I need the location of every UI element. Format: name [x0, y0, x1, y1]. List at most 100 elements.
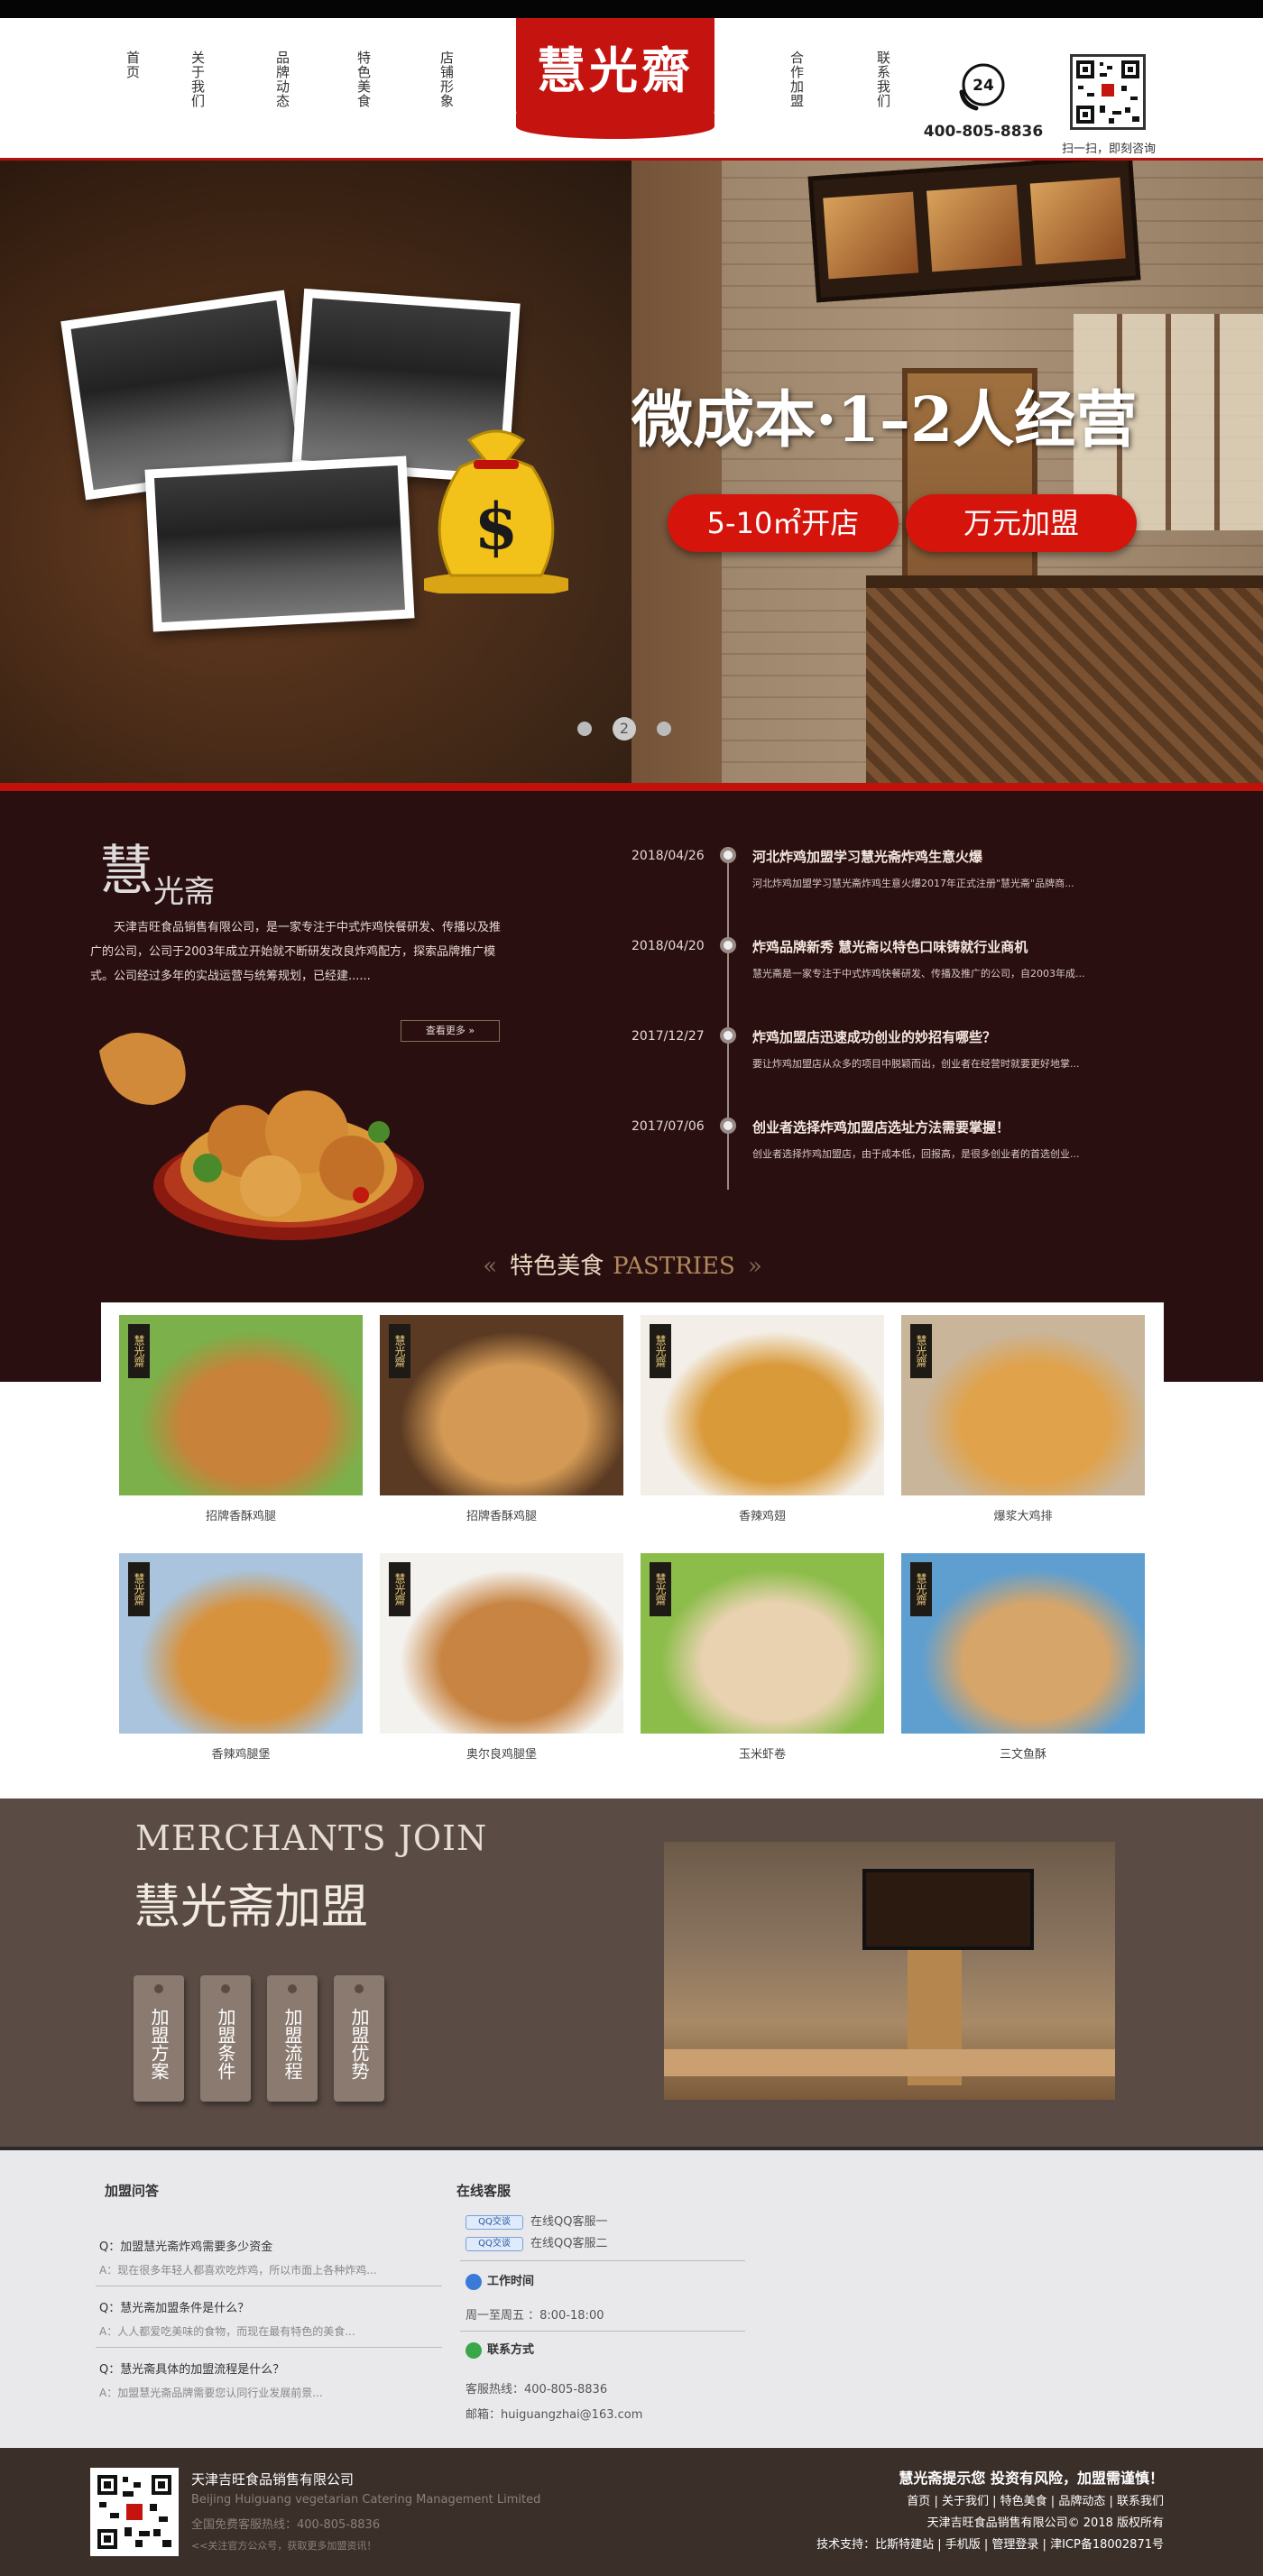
- footer-link-home[interactable]: 首页: [907, 2495, 930, 2508]
- nav-about[interactable]: 关于我们: [188, 51, 206, 108]
- product-image[interactable]: 慧光齋: [641, 1553, 884, 1734]
- merchants-join-section: MERCHANTS JOIN 慧光斋加盟 加盟方案 加盟条件 加盟流程 加盟优势: [0, 1799, 1263, 2147]
- footer-link-contact[interactable]: 联系我们: [1117, 2495, 1164, 2508]
- footer-support[interactable]: 技术支持：比斯特建站 | 手机版 | 管理登录 | 津ICP备18002871号: [816, 2535, 1164, 2552]
- carousel-dot-2[interactable]: 2: [613, 717, 636, 741]
- qq-service-2[interactable]: QQ交谈 在线QQ客服二: [466, 2233, 607, 2251]
- news-item[interactable]: 2018/04/26 河北炸鸡加盟学习慧光斋炸鸡生意火爆 河北炸鸡加盟学习慧光斋…: [632, 842, 1263, 914]
- contact-email[interactable]: 邮箱：huiguangzhai@163.com: [466, 2405, 642, 2422]
- product-card[interactable]: 慧光齋招牌香酥鸡腿: [380, 1315, 623, 1523]
- pastries-heading: «特色美食 PASTRIES»: [483, 1253, 762, 1280]
- product-name[interactable]: 爆浆大鸡排: [901, 1506, 1145, 1523]
- footer-link-about[interactable]: 关于我们: [942, 2495, 989, 2508]
- nav-store-image[interactable]: 店铺形象: [437, 51, 455, 108]
- product-card[interactable]: 慧光齋 香辣鸡腿堡: [119, 1553, 363, 1762]
- product-card[interactable]: 慧光齋 玉米虾卷: [641, 1553, 884, 1762]
- tag-franchise-conditions[interactable]: 加盟条件: [200, 1975, 251, 2102]
- brand-badge: 慧光齋: [910, 1324, 932, 1378]
- tag-franchise-advantages[interactable]: 加盟优势: [334, 1975, 384, 2102]
- work-hours: 周一至周五 ：8:00-18:00: [466, 2309, 604, 2323]
- product-name[interactable]: 招牌香酥鸡腿: [119, 1506, 363, 1523]
- faq-answer: A：加盟慧光斋品牌需要您认同行业发展前景...: [99, 2387, 323, 2399]
- faq-question[interactable]: Q：慧光斋加盟条件是什么？: [99, 2298, 442, 2315]
- qq-chat-icon: QQ交谈: [466, 2214, 523, 2230]
- work-hours-title: 工作时间: [466, 2271, 534, 2290]
- product-image[interactable]: 慧光齋: [641, 1315, 884, 1495]
- logo-text: 慧光齋: [537, 41, 694, 99]
- footer-link-news[interactable]: 品牌动态: [1058, 2495, 1105, 2508]
- service-hotline: 客服热线：400-805-8836: [466, 2383, 608, 2397]
- menu-board-image: [807, 161, 1141, 303]
- product-name[interactable]: 香辣鸡腿堡: [119, 1744, 363, 1762]
- chat-bubble-icon: [466, 2341, 482, 2359]
- news-item[interactable]: 2018/04/20 炸鸡品牌新秀 慧光斋以特色口味铸就行业商机 慧光斋是一家专…: [632, 932, 1263, 1004]
- faq-title: 加盟问答: [105, 2183, 160, 2199]
- product-card[interactable]: 慧光齋爆浆大鸡排: [901, 1315, 1145, 1523]
- online-service-title: 在线客服: [456, 2183, 512, 2199]
- banner-pill-right: 万元加盟: [906, 494, 1137, 552]
- contact-title: 联系方式: [466, 2340, 534, 2359]
- faq-question[interactable]: Q：加盟慧光斋炸鸡需要多少资金: [99, 2237, 442, 2254]
- product-image[interactable]: 慧光齋: [380, 1553, 623, 1734]
- nav-home[interactable]: 首页: [123, 51, 141, 79]
- faq-question[interactable]: Q：慧光斋具体的加盟流程是什么？: [99, 2360, 442, 2377]
- news-item[interactable]: 2017/12/27 炸鸡加盟店迅速成功创业的妙招有哪些？ 要让炸鸡加盟店从众多…: [632, 1022, 1263, 1094]
- nav-brand-news[interactable]: 品牌动态: [272, 51, 290, 108]
- merchants-title-en: MERCHANTS JOIN: [135, 1818, 488, 1858]
- double-chevron-icon: »: [468, 1025, 475, 1036]
- product-name[interactable]: 招牌香酥鸡腿: [380, 1506, 623, 1523]
- product-card[interactable]: 慧光齋招牌香酥鸡腿: [119, 1315, 363, 1523]
- product-name[interactable]: 玉米虾卷: [641, 1744, 884, 1762]
- faq-answer: A：现在很多年轻人都喜欢吃炸鸡，所以市面上各种炸鸡...: [99, 2264, 377, 2277]
- wechat-qr-icon: [90, 2468, 179, 2556]
- news-title[interactable]: 炸鸡品牌新秀 慧光斋以特色口味铸就行业商机: [752, 937, 1028, 956]
- phone-24h-icon: 24: [959, 63, 1005, 111]
- right-arrow-icon: »: [747, 1253, 762, 1280]
- nav-contact[interactable]: 联系我们: [873, 51, 891, 108]
- product-name[interactable]: 奥尔良鸡腿堡: [380, 1744, 623, 1762]
- brand-badge: 慧光齋: [910, 1562, 932, 1616]
- carousel-dot-1[interactable]: [577, 722, 592, 736]
- product-image[interactable]: 慧光齋: [119, 1553, 363, 1734]
- product-card[interactable]: 慧光齋香辣鸡翅: [641, 1315, 884, 1523]
- product-image[interactable]: 慧光齋: [380, 1315, 623, 1495]
- nav-featured-food[interactable]: 特色美食: [354, 51, 372, 108]
- qr-caption: 扫一扫，即刻咨询: [1061, 143, 1156, 156]
- qq-service-1[interactable]: QQ交谈 在线QQ客服一: [466, 2212, 607, 2230]
- nav-franchise[interactable]: 合作加盟: [787, 51, 805, 108]
- footer-links: 首页 | 关于我们 | 特色美食 | 品牌动态 | 联系我们: [907, 2495, 1164, 2508]
- phone-icon-text: 24: [973, 77, 994, 95]
- carousel-dot-3[interactable]: [657, 722, 671, 736]
- site-footer: 天津吉旺食品销售有限公司 Beijing Huiguang vegetarian…: [0, 2448, 1263, 2576]
- product-card[interactable]: 慧光齋 奥尔良鸡腿堡: [380, 1553, 623, 1762]
- tag-franchise-plan[interactable]: 加盟方案: [134, 1975, 184, 2102]
- footer-link-food[interactable]: 特色美食: [1000, 2495, 1047, 2508]
- hero-banner: $ 微成本·1–2人经营 5-10㎡开店 万元加盟 2: [0, 161, 1263, 783]
- top-strip: [0, 0, 1263, 18]
- news-title[interactable]: 河北炸鸡加盟学习慧光斋炸鸡生意火爆: [752, 847, 982, 866]
- news-item[interactable]: 2017/07/06 创业者选择炸鸡加盟店选址方法需要掌握！ 创业者选择炸鸡加盟…: [632, 1112, 1263, 1184]
- product-name[interactable]: 三文鱼酥: [901, 1744, 1145, 1762]
- product-image[interactable]: 慧光齋: [119, 1315, 363, 1495]
- investment-risk-notice: 慧光斋提示您 投资有风险，加盟需谨慎！: [899, 2470, 1164, 2487]
- footer-copyright: 天津吉旺食品销售有限公司© 2018 版权所有: [927, 2516, 1164, 2530]
- news-title[interactable]: 炸鸡加盟店迅速成功创业的妙招有哪些？: [752, 1027, 996, 1046]
- tag-franchise-process[interactable]: 加盟流程: [267, 1975, 318, 2102]
- news-title[interactable]: 创业者选择炸鸡加盟店选址方法需要掌握！: [752, 1118, 1009, 1136]
- about-section: 慧光斋 天津吉旺食品销售有限公司，是一家专注于中式炸鸡快餐研发、传播以及推广的公…: [0, 783, 1263, 1382]
- brand-badge: 慧光齋: [389, 1324, 410, 1378]
- brand-badge: 慧光齋: [650, 1324, 671, 1378]
- product-image[interactable]: 慧光齋: [901, 1315, 1145, 1495]
- banner-pill-left: 5-10㎡开店: [668, 494, 899, 552]
- brand-logo[interactable]: 慧光齋: [516, 18, 714, 139]
- fried-chicken-plate-image: [99, 1033, 424, 1240]
- brand-badge: 慧光齋: [128, 1324, 150, 1378]
- product-name[interactable]: 香辣鸡翅: [641, 1506, 884, 1523]
- banner-title: 微成本·1–2人经营: [632, 384, 1138, 456]
- merchants-title-cn: 慧光斋加盟: [134, 1881, 369, 1935]
- product-card[interactable]: 慧光齋三文鱼酥: [901, 1553, 1145, 1762]
- qq-chat-icon: QQ交谈: [466, 2236, 523, 2251]
- footer-follow-note: <<关注官方公众号，获取更多加盟资讯！: [191, 2540, 377, 2552]
- product-image[interactable]: 慧光齋: [901, 1553, 1145, 1734]
- header-phone-number: 400-805-8836: [923, 123, 1044, 141]
